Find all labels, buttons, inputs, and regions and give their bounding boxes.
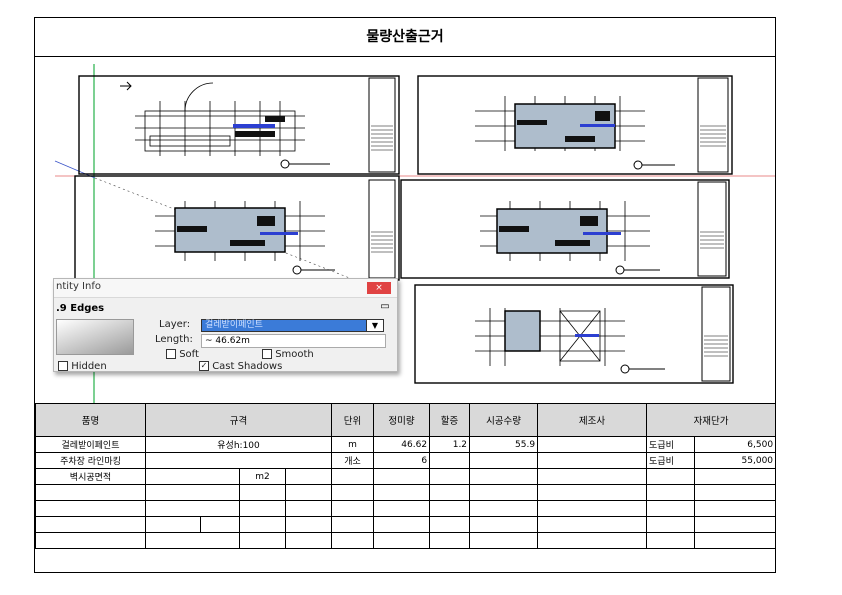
cell-unit: m [331, 436, 375, 453]
cast-shadows-label: Cast Shadows [212, 361, 283, 372]
length-field[interactable]: ~ 46.62m [201, 334, 386, 348]
cell-surcharge [429, 452, 471, 469]
layer-label: Layer: [159, 319, 191, 330]
entity-info-title: ntity Info [56, 281, 101, 292]
soft-option[interactable]: Soft [166, 349, 199, 360]
cell-price-type: 도급비 [646, 436, 696, 453]
cell-spec-unit: m2 [239, 468, 286, 485]
table-row [35, 484, 777, 501]
entity-info-header: ntity Info × [54, 279, 397, 298]
header-surcharge: 할증 [429, 403, 471, 437]
header-unit-price: 자재단가 [646, 403, 777, 437]
smooth-label: Smooth [275, 349, 314, 360]
soft-checkbox[interactable] [166, 349, 176, 359]
sheet-title: 물량산출근거 [35, 18, 775, 57]
cell-price: 6,500 [694, 436, 777, 453]
table-row: 주차장 라인마킹 개소 6 도급비 55,000 [35, 452, 777, 469]
layer-select[interactable]: 걸레받이페인트 ▼ [201, 319, 384, 332]
smooth-option[interactable]: Smooth [262, 349, 314, 360]
table-header-row: 품명 규격 단위 정미량 할증 시공수량 제조사 자재단가 [35, 403, 777, 437]
cell-net-qty: 46.62 [373, 436, 431, 453]
cell-spec [144, 452, 333, 469]
material-swatch[interactable] [56, 319, 134, 355]
pin-icon[interactable]: ▭ [379, 301, 391, 313]
close-button[interactable]: × [367, 282, 391, 294]
soft-label: Soft [179, 349, 199, 360]
chevron-down-icon[interactable]: ▼ [366, 320, 383, 331]
edge-count: .9 Edges [56, 303, 105, 314]
table-row [35, 532, 777, 549]
cast-shadows-option[interactable]: ✓ Cast Shadows [199, 361, 282, 372]
header-work-qty: 시공수량 [469, 403, 539, 437]
header-spec: 규격 [144, 403, 333, 437]
hidden-label: Hidden [71, 361, 107, 372]
header-unit: 단위 [331, 403, 375, 437]
cell-item: 걸레받이페인트 [35, 436, 146, 453]
cell-spec: 유성h:100 [144, 436, 333, 453]
cast-shadows-checkbox[interactable]: ✓ [199, 361, 209, 371]
header-maker: 제조사 [537, 403, 648, 437]
cell-work-qty [469, 452, 539, 469]
cell-net-qty: 6 [373, 452, 431, 469]
table-row [35, 516, 777, 533]
hidden-checkbox[interactable] [58, 361, 68, 371]
cell-price: 55,000 [694, 452, 777, 469]
hidden-option[interactable]: Hidden [58, 361, 107, 372]
table-row: 벽시공면적 m2 [35, 468, 777, 485]
quantity-table: 품명 규격 단위 정미량 할증 시공수량 제조사 자재단가 걸레받이페인트 유성… [35, 403, 777, 549]
length-label: Length: [155, 334, 193, 345]
entity-info-panel: ntity Info × .9 Edges ▭ Layer: 걸레받이페인트 ▼… [53, 278, 398, 372]
layer-value: 걸레받이페인트 [205, 320, 263, 330]
cell-price-type: 도급비 [646, 452, 696, 469]
table-row [35, 500, 777, 517]
cell-unit: 개소 [331, 452, 375, 469]
header-item: 품명 [35, 403, 146, 437]
cell-work-qty: 55.9 [469, 436, 539, 453]
cell-item: 주차장 라인마킹 [35, 452, 146, 469]
header-net-qty: 정미량 [373, 403, 431, 437]
floor-plan-figure: ntity Info × .9 Edges ▭ Layer: 걸레받이페인트 ▼… [35, 56, 775, 404]
cell-maker [537, 452, 648, 469]
smooth-checkbox[interactable] [262, 349, 272, 359]
cell-surcharge: 1.2 [429, 436, 471, 453]
table-row: 걸레받이페인트 유성h:100 m 46.62 1.2 55.9 도급비 6,5… [35, 436, 777, 453]
cell-maker [537, 436, 648, 453]
quantity-sheet: 물량산출근거 ntity Info × .9 Edges ▭ Layer: 걸레… [34, 17, 777, 573]
cell-item: 벽시공면적 [35, 468, 146, 485]
